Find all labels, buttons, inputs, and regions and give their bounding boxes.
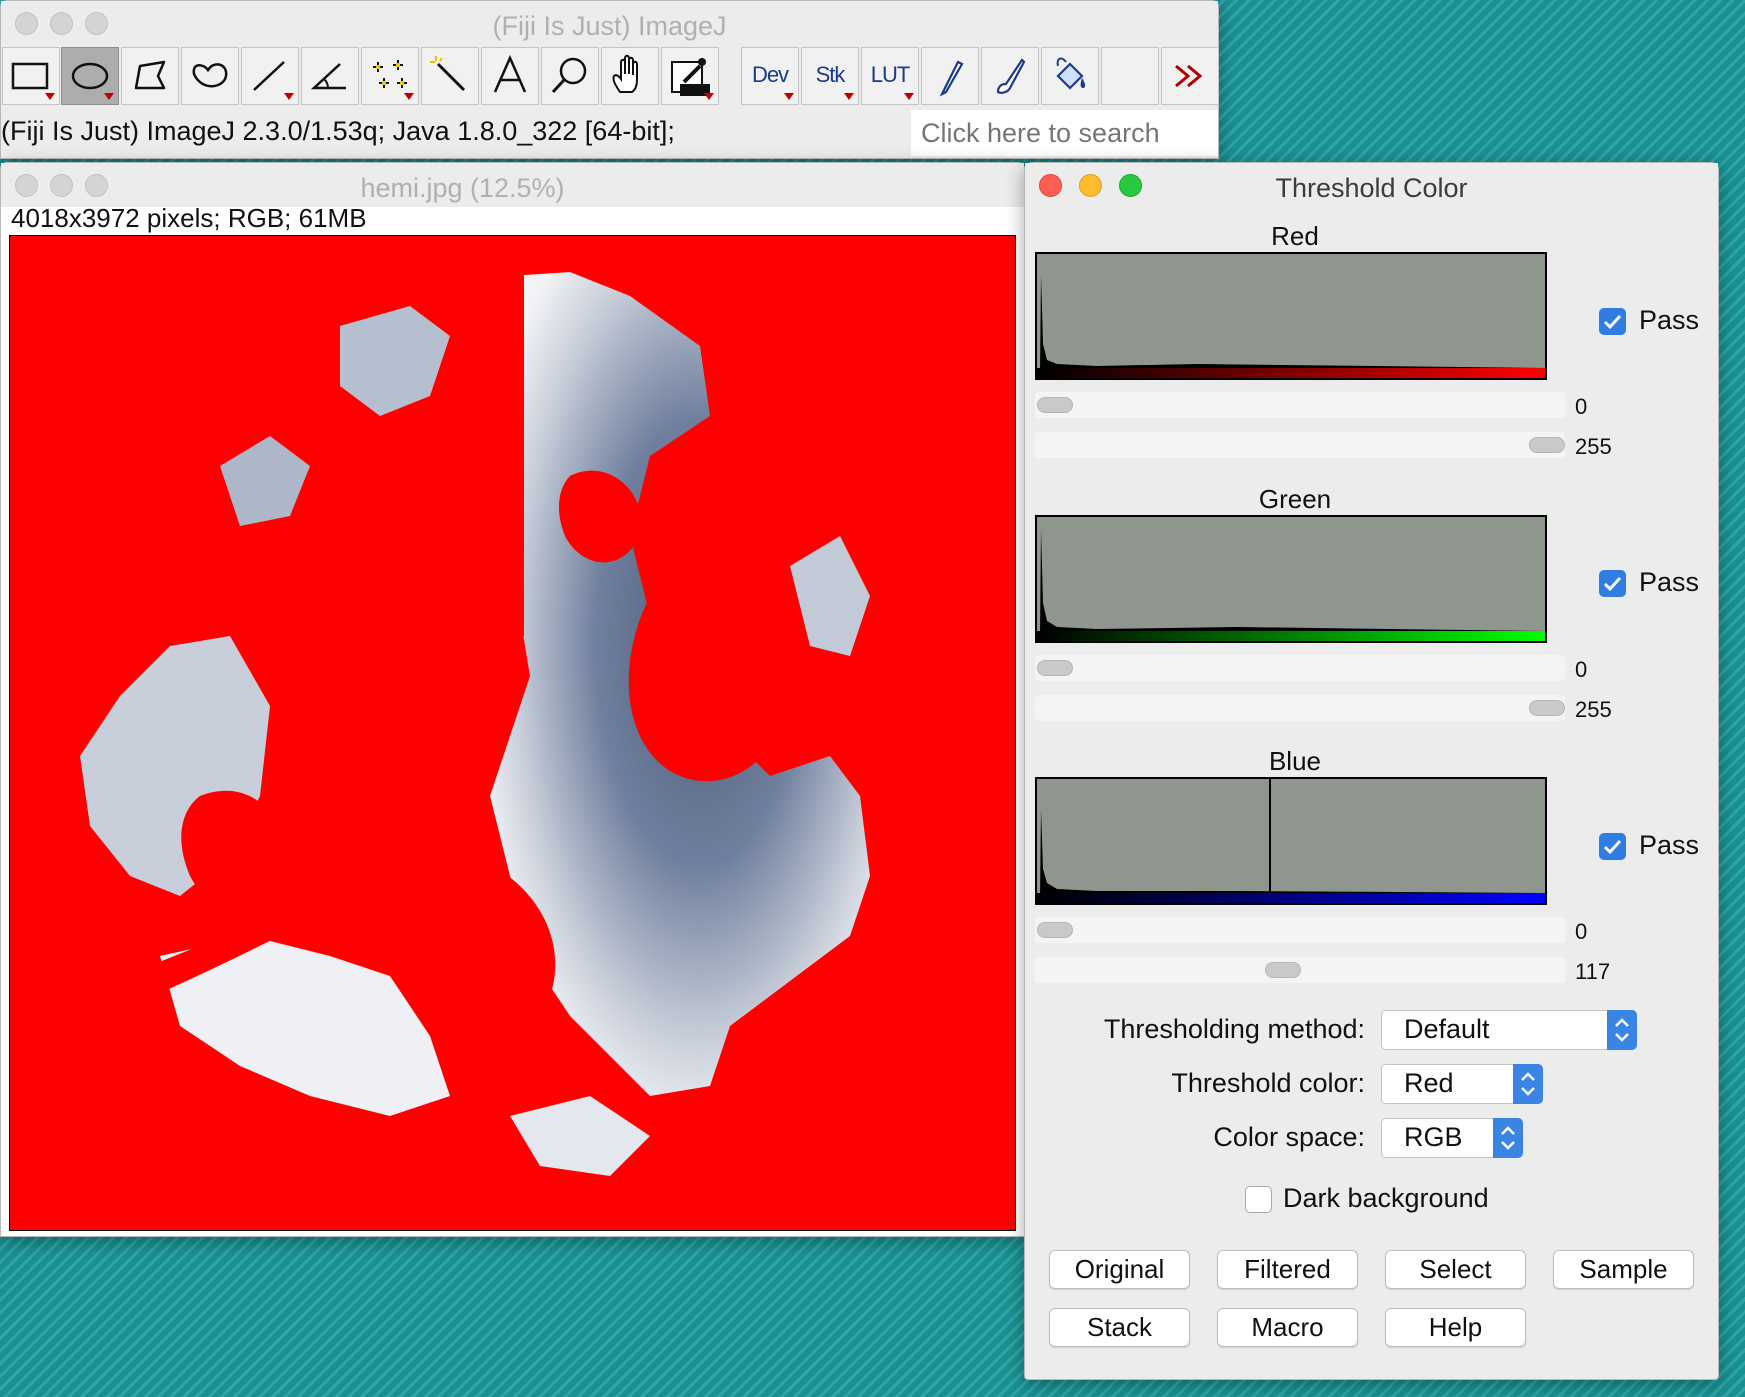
- brush-tool[interactable]: [981, 47, 1039, 105]
- color-space-label: Color space:: [1213, 1122, 1365, 1152]
- stk-menu[interactable]: Stk: [801, 47, 859, 105]
- angle-tool[interactable]: [301, 47, 359, 105]
- blue-min-value: 0: [1575, 919, 1588, 944]
- filtered-button[interactable]: Filtered: [1217, 1250, 1358, 1289]
- green-channel-label: Green: [1258, 484, 1332, 514]
- text-icon: [493, 54, 527, 93]
- freehand-tool[interactable]: [181, 47, 239, 105]
- threshold-titlebar: Threshold Color: [1025, 163, 1718, 207]
- more-tools-button[interactable]: [1161, 47, 1219, 105]
- updown-arrows-icon: [1607, 1010, 1637, 1050]
- color-space-select[interactable]: RGB: [1381, 1118, 1523, 1158]
- thresholded-image: [10, 236, 1015, 1230]
- red-histogram: [1035, 252, 1547, 380]
- polygon-icon: [134, 60, 166, 90]
- threshold-color-select[interactable]: Red: [1381, 1064, 1543, 1104]
- freehand-icon: [192, 63, 228, 88]
- oval-tool[interactable]: [61, 47, 119, 105]
- main-window-title: (Fiji Is Just) ImageJ: [492, 11, 727, 41]
- polygon-tool[interactable]: [121, 47, 179, 105]
- slider-thumb[interactable]: [1037, 922, 1073, 938]
- blue-max-slider[interactable]: [1035, 957, 1565, 983]
- search-input[interactable]: [911, 110, 1218, 156]
- image-info: 4018x3972 pixels; RGB; 61MB: [11, 203, 367, 233]
- text-tool[interactable]: [481, 47, 539, 105]
- point-tool[interactable]: [361, 47, 419, 105]
- image-window-title: hemi.jpg (12.5%): [360, 173, 565, 203]
- blue-histogram: [1035, 777, 1547, 905]
- red-pass-checkbox[interactable]: [1599, 308, 1626, 335]
- dev-menu[interactable]: Dev: [741, 47, 799, 105]
- red-channel-label: Red: [1271, 221, 1319, 251]
- toolbar: Dev Stk LUT: [1, 45, 1219, 108]
- empty-tool-slot: [1101, 47, 1159, 105]
- red-max-slider[interactable]: [1035, 432, 1565, 458]
- bucket-icon: [1056, 57, 1086, 90]
- slider-thumb[interactable]: [1265, 962, 1301, 978]
- brush-icon: [996, 58, 1026, 94]
- slider-thumb[interactable]: [1037, 397, 1073, 413]
- green-pass-checkbox[interactable]: [1599, 570, 1626, 597]
- slider-thumb[interactable]: [1529, 700, 1565, 716]
- select-button[interactable]: Select: [1385, 1250, 1526, 1289]
- imagej-main-window: (Fiji Is Just) ImageJ Dev Stk LUT (Fiji …: [0, 0, 1219, 159]
- threshold-color-dialog: Threshold Color Red Pass 0 255 Green Pas…: [1024, 162, 1719, 1380]
- green-histogram: [1035, 515, 1547, 643]
- green-max-slider[interactable]: [1035, 695, 1565, 721]
- lut-menu[interactable]: LUT: [861, 47, 919, 105]
- slider-thumb[interactable]: [1529, 437, 1565, 453]
- green-pass-label: Pass: [1639, 567, 1700, 597]
- wand-icon: [430, 56, 466, 92]
- wand-tool[interactable]: [421, 47, 479, 105]
- dark-background-label: Dark background: [1283, 1183, 1489, 1213]
- status-bar: (Fiji Is Just) ImageJ 2.3.0/1.53q; Java …: [1, 116, 675, 146]
- rectangle-tool[interactable]: [2, 47, 60, 105]
- threshold-dialog-title: Threshold Color: [1275, 173, 1468, 203]
- original-button[interactable]: Original: [1049, 1250, 1190, 1289]
- pencil-tool[interactable]: [921, 47, 979, 105]
- magnifier-icon: [551, 57, 587, 94]
- sample-button[interactable]: Sample: [1553, 1250, 1694, 1289]
- color-picker-tool[interactable]: [661, 47, 719, 105]
- stack-button[interactable]: Stack: [1049, 1308, 1190, 1347]
- image-titlebar: hemi.jpg (12.5%): [1, 163, 1024, 207]
- blue-min-slider[interactable]: [1035, 917, 1565, 943]
- blue-pass-checkbox[interactable]: [1599, 833, 1626, 860]
- zoom-tool[interactable]: [541, 47, 599, 105]
- green-min-value: 0: [1575, 657, 1588, 682]
- red-min-value: 0: [1575, 394, 1588, 419]
- green-max-value: 255: [1575, 697, 1612, 722]
- red-max-value: 255: [1575, 434, 1612, 459]
- help-button[interactable]: Help: [1385, 1308, 1526, 1347]
- macro-button[interactable]: Macro: [1217, 1308, 1358, 1347]
- blue-pass-label: Pass: [1639, 830, 1700, 860]
- thresholding-method-select[interactable]: Default: [1381, 1010, 1637, 1050]
- scroll-tool[interactable]: [601, 47, 659, 105]
- image-window: hemi.jpg (12.5%) 4018x3972 pixels; RGB; …: [0, 162, 1025, 1237]
- pencil-icon: [939, 60, 964, 97]
- blue-max-value: 117: [1575, 959, 1611, 984]
- thresholding-method-label: Thresholding method:: [1103, 1014, 1365, 1044]
- updown-arrows-icon: [1493, 1118, 1523, 1158]
- red-pass-label: Pass: [1639, 305, 1700, 335]
- threshold-color-label: Threshold color:: [1171, 1068, 1365, 1098]
- line-tool[interactable]: [241, 47, 299, 105]
- angle-icon: [310, 63, 346, 90]
- slider-thumb[interactable]: [1037, 660, 1073, 676]
- blue-channel-label: Blue: [1268, 746, 1322, 776]
- green-min-slider[interactable]: [1035, 655, 1565, 681]
- hand-icon: [612, 54, 638, 93]
- image-canvas[interactable]: [9, 235, 1016, 1231]
- main-titlebar: (Fiji Is Just) ImageJ: [1, 1, 1218, 45]
- red-min-slider[interactable]: [1035, 392, 1565, 418]
- double-chevron-right-icon: [1175, 64, 1203, 88]
- dark-background-checkbox[interactable]: [1245, 1186, 1272, 1213]
- flood-fill-tool[interactable]: [1041, 47, 1099, 105]
- updown-arrows-icon: [1513, 1064, 1543, 1104]
